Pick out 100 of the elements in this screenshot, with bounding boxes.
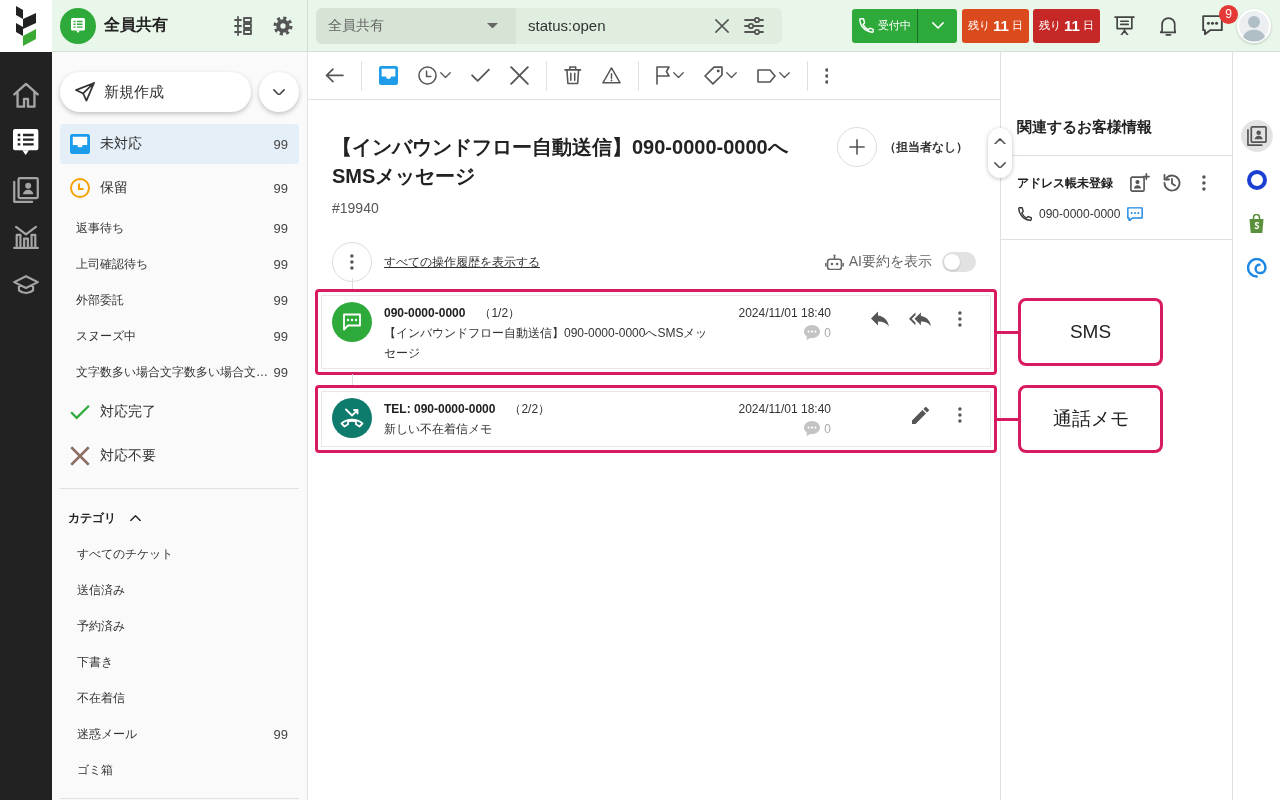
board-icon — [1113, 15, 1135, 36]
category-item[interactable]: 予約済み — [60, 608, 299, 644]
comment-count: 0 — [824, 326, 831, 340]
category-item[interactable]: 下書き — [60, 644, 299, 680]
search-field[interactable]: status:open — [516, 7, 704, 44]
graduation-cap-icon — [13, 275, 39, 295]
contact-name: アドレス帳未登録 — [1017, 174, 1113, 192]
add-contact-icon — [1130, 173, 1150, 193]
ticket-list-icon — [13, 129, 39, 156]
folder-item[interactable]: 対応不要 — [60, 436, 299, 476]
phone-icon — [858, 18, 874, 33]
folder-item[interactable]: 未対応 99 — [60, 124, 299, 164]
category-item[interactable]: 送信済み — [60, 572, 299, 608]
comment-icon — [804, 421, 821, 437]
contact-card-icon — [13, 176, 39, 203]
new-button[interactable]: 新規作成 — [60, 72, 251, 112]
add-assignee-button[interactable] — [837, 127, 877, 167]
panel-title: 関連するお客様情報 — [1017, 118, 1152, 137]
category-toggle[interactable]: カテゴリ — [60, 500, 141, 536]
chevron-up-icon — [994, 137, 1006, 145]
more-vertical-icon — [958, 311, 962, 327]
tree-view-icon — [234, 15, 252, 36]
shopping-bag-icon — [1249, 214, 1264, 234]
phone-number: 090-0000-0000 — [1039, 207, 1121, 221]
chevron-down-icon — [994, 161, 1006, 169]
clock-icon — [70, 178, 90, 198]
history-icon — [1163, 174, 1181, 192]
item-count: 99 — [273, 220, 288, 236]
ai-summary-toggle[interactable] — [942, 252, 976, 272]
contact-card-icon — [1246, 126, 1267, 146]
check-icon — [471, 68, 490, 83]
subfolder-item[interactable]: 外部委託 99 — [60, 282, 299, 318]
close-icon — [715, 18, 729, 33]
ticket-number: #19940 — [332, 199, 379, 217]
app-button[interactable] — [1240, 120, 1273, 152]
plus-icon — [849, 139, 865, 155]
status-menu-button[interactable] — [917, 8, 957, 43]
inbox-icon — [379, 66, 398, 85]
label-icon — [756, 68, 776, 83]
caret-down-icon — [487, 22, 498, 29]
category-item[interactable]: すべてのチケット — [60, 536, 299, 572]
ticket-badge-icon — [60, 7, 96, 44]
chevron-down-icon — [440, 72, 451, 79]
subfolder-item[interactable]: スヌーズ中 99 — [60, 318, 299, 354]
scope-dropdown[interactable]: 全員共有 — [316, 7, 516, 44]
phone-icon — [1018, 207, 1032, 221]
bell-icon — [1159, 15, 1177, 36]
arrow-left-icon — [325, 68, 344, 83]
avatar-icon — [1237, 8, 1271, 43]
chevron-down-icon — [273, 88, 285, 96]
item-count: 99 — [273, 328, 288, 344]
more-vertical-icon — [350, 254, 354, 270]
more-vertical-icon — [958, 407, 962, 423]
category-item[interactable]: 不在着信 — [60, 680, 299, 716]
message-date: 2024/11/01 18:40 — [738, 305, 831, 322]
pencil-icon — [911, 406, 929, 424]
category-item[interactable]: 迷惑メール 99 — [60, 716, 299, 752]
chat-bubble-avatar-icon — [332, 302, 372, 342]
trial-days-remaining: 残り 11 日 — [962, 8, 1029, 43]
chevron-down-icon — [931, 22, 944, 29]
comment-count: 0 — [824, 422, 831, 436]
bar-chart-icon — [13, 225, 39, 250]
assignee-label: （担当者なし） — [884, 138, 968, 156]
chevron-up-icon — [130, 514, 141, 522]
comment-icon — [804, 325, 821, 341]
trial-days-remaining: 残り 11 日 — [1033, 8, 1100, 43]
folder-item[interactable]: 対応完了 — [60, 392, 299, 432]
missed-call-avatar-icon — [332, 398, 372, 438]
robot-icon — [824, 253, 844, 271]
close-icon — [510, 66, 529, 85]
subfolder-item[interactable]: 上司確認待ち 99 — [60, 246, 299, 282]
warning-icon — [601, 67, 621, 84]
paper-plane-icon — [75, 82, 95, 102]
message-position: （2/2） — [509, 401, 551, 418]
sliders-icon — [744, 16, 764, 35]
swirl-icon — [1246, 258, 1267, 278]
settings-icon — [273, 15, 293, 36]
sender-name: 090-0000-0000 — [384, 305, 466, 322]
subfolder-item[interactable]: 返事待ち 99 — [60, 210, 299, 246]
check-icon — [70, 404, 90, 420]
trash-icon — [564, 66, 582, 85]
item-count: 99 — [273, 256, 288, 272]
ring-icon — [1246, 170, 1267, 190]
chevron-down-icon — [672, 72, 684, 79]
reply-all-icon — [909, 311, 931, 327]
tag-icon — [703, 66, 723, 85]
history-link[interactable]: すべての操作履歴を表示する — [384, 253, 540, 271]
ai-summary-label: AI要約を表示 — [848, 253, 932, 271]
unread-count: 9 — [1219, 4, 1238, 24]
folder-item[interactable]: 保留 99 — [60, 168, 299, 208]
annotation-callout: SMS — [1018, 298, 1163, 366]
item-count: 99 — [273, 180, 288, 196]
more-vertical-icon — [824, 67, 829, 84]
subfolder-item[interactable]: 文字数多い場合文字数多い場合文… 99 — [60, 354, 299, 390]
sender-name: TEL: 090-0000-0000 — [384, 401, 496, 418]
cross-icon — [70, 446, 90, 466]
category-item[interactable]: ゴミ箱 — [60, 752, 299, 788]
reply-icon — [871, 311, 889, 327]
message-button[interactable] — [1125, 204, 1146, 224]
home-icon — [13, 81, 39, 108]
